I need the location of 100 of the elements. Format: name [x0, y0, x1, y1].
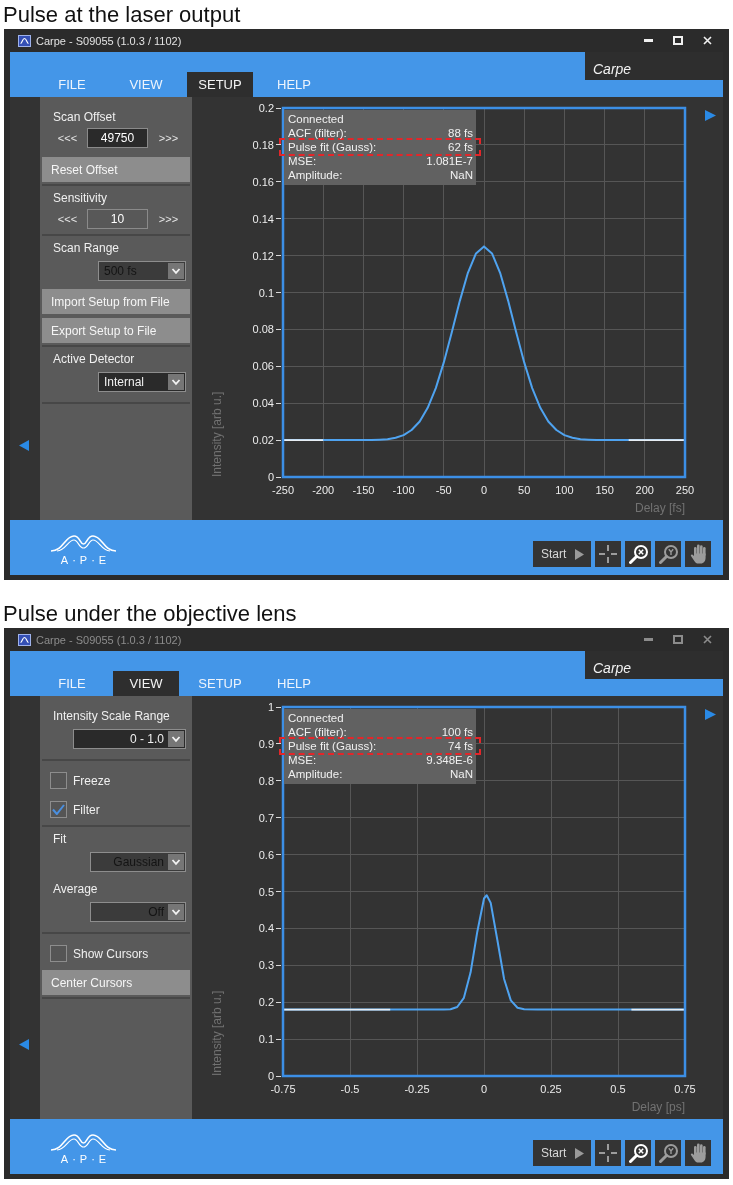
left-triangle-icon[interactable] — [19, 440, 29, 451]
readout-value: 62 fs — [448, 140, 473, 154]
logo-text: A·P·E — [59, 553, 111, 567]
y-tick-label: 0.2 — [258, 996, 274, 1009]
x-tick-label: 100 — [555, 484, 574, 496]
start-button[interactable]: Start — [533, 541, 591, 567]
action-button[interactable]: Center Cursors — [42, 970, 190, 995]
figure-caption: Pulse at the laser output — [2, 1, 242, 29]
x-tick-label: -0.25 — [404, 1083, 430, 1095]
checkbox[interactable] — [50, 772, 67, 789]
y-tick-label: 0.12 — [252, 249, 274, 262]
increment-button[interactable]: >>> — [158, 131, 179, 145]
check-icon — [52, 804, 65, 815]
x-tick-label: 150 — [595, 484, 614, 496]
x-axis-title: Delay [fs] — [635, 501, 685, 515]
increment-button[interactable]: >>> — [158, 212, 179, 226]
y-tick-label: 0 — [267, 1070, 274, 1082]
readout-value: NaN — [450, 168, 473, 182]
dropdown[interactable]: 0 - 1.0 — [73, 729, 186, 749]
section-label: Scan Range — [52, 240, 121, 256]
dropdown[interactable]: Internal — [98, 372, 186, 392]
y-tick-label: 0.3 — [258, 959, 274, 972]
y-tick-label: 1 — [267, 701, 274, 713]
x-tick-label: 0 — [480, 1083, 488, 1095]
checkbox[interactable] — [50, 801, 67, 818]
decrement-button[interactable]: <<< — [57, 212, 78, 226]
app-icon — [18, 34, 31, 47]
x-axis-title: Delay [ps] — [631, 1100, 685, 1114]
logo-wave-icon — [50, 533, 117, 553]
readout-value: 100 fs — [441, 725, 473, 739]
y-tick-label: 0.2 — [258, 102, 274, 114]
readout-label: MSE: — [288, 154, 317, 168]
y-tick-label: 0.9 — [258, 737, 274, 750]
y-tick-label: 0.1 — [258, 286, 274, 299]
readout-label: Pulse fit (Gauss): — [288, 739, 377, 753]
x-tick-label: 0.75 — [674, 1083, 696, 1095]
x-tick-label: 250 — [675, 484, 695, 496]
readout-value: 1.081E-7 — [426, 154, 473, 168]
y-axis-title: Intensity [arb u.] — [210, 990, 224, 1076]
action-button[interactable]: Export Setup to File — [42, 318, 190, 343]
play-icon — [575, 1147, 585, 1159]
section-label: Intensity Scale Range — [52, 708, 171, 724]
x-tick-label: -50 — [435, 484, 452, 496]
readout-label: Pulse fit (Gauss): — [288, 140, 377, 154]
brand-label: Carpe — [585, 651, 723, 679]
status-text: Connected — [287, 112, 345, 126]
figure-caption: Pulse under the objective lens — [2, 600, 298, 628]
right-triangle-icon[interactable] — [705, 709, 716, 720]
y-tick-label: 0.7 — [258, 811, 274, 824]
menu-tab[interactable]: HELP — [261, 72, 327, 97]
x-tick-label: -0.75 — [270, 1083, 296, 1095]
readout-label: MSE: — [288, 753, 317, 767]
readout-value: 74 fs — [448, 739, 473, 753]
y-axis-title: Intensity [arb u.] — [210, 391, 224, 477]
readout-value: NaN — [450, 767, 473, 781]
section-label: Fit — [52, 831, 68, 847]
decrement-button[interactable]: <<< — [57, 131, 78, 145]
y-tick-label: 0.04 — [252, 397, 274, 410]
app-icon — [18, 633, 31, 646]
checkbox-label: Filter — [73, 802, 100, 817]
section-label: Scan Offset — [52, 109, 117, 125]
checkbox-label: Show Cursors — [73, 946, 149, 961]
x-tick-label: -100 — [392, 484, 415, 496]
readout-value: 9.348E-6 — [426, 753, 473, 767]
play-icon — [575, 548, 585, 560]
x-tick-label: 0 — [480, 484, 488, 496]
y-tick-label: 0.5 — [258, 885, 274, 898]
y-tick-label: 0.18 — [252, 138, 274, 151]
menu-tab[interactable]: SETUP — [187, 72, 253, 97]
x-tick-label: 50 — [518, 484, 531, 496]
x-tick-label: 200 — [635, 484, 654, 496]
right-triangle-icon[interactable] — [705, 110, 716, 121]
readout-label: ACF (filter): — [288, 126, 347, 140]
y-tick-label: 0.4 — [258, 922, 274, 935]
x-tick-label: -150 — [352, 484, 375, 496]
status-text: Connected — [287, 711, 345, 725]
x-tick-label: 0.5 — [610, 1083, 626, 1095]
readout-label: ACF (filter): — [288, 725, 347, 739]
menu-tab[interactable]: FILE — [39, 72, 105, 97]
y-tick-label: 0.1 — [258, 1033, 274, 1046]
brand-label: Carpe — [585, 52, 723, 80]
readout-label: Amplitude: — [288, 767, 343, 781]
y-tick-label: 0.14 — [252, 212, 274, 225]
logo-text: A·P·E — [59, 1152, 111, 1166]
action-button[interactable]: Import Setup from File — [42, 289, 190, 314]
logo-wave-icon — [50, 1132, 117, 1152]
readout-value: 88 fs — [448, 126, 473, 140]
x-tick-label: -0.5 — [340, 1083, 360, 1095]
menu-tab[interactable]: VIEW — [113, 72, 179, 97]
section-label: Sensitivity — [52, 190, 109, 206]
number-field[interactable]: 10 — [87, 209, 148, 229]
section-label: Active Detector — [52, 351, 136, 367]
y-tick-label: 0.16 — [252, 175, 274, 188]
checkbox[interactable] — [50, 945, 67, 962]
number-field[interactable]: 49750 — [87, 128, 148, 148]
y-tick-label: 0.6 — [258, 848, 274, 861]
action-button[interactable]: Reset Offset — [42, 157, 190, 182]
window-title: Carpe - S09055 (1.0.3 / 1102) — [36, 34, 182, 47]
y-tick-label: 0.08 — [252, 323, 274, 336]
y-tick-label: 0.8 — [258, 774, 274, 787]
